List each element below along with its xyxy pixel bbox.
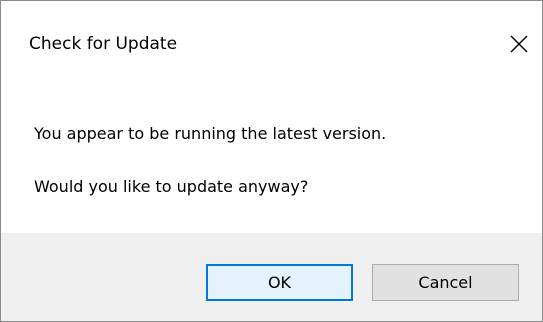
close-button[interactable] [499,25,539,63]
message-line-1: You appear to be running the latest vers… [34,124,387,143]
dialog-titlebar[interactable]: Check for Update [1,1,542,90]
cancel-button[interactable]: Cancel [372,264,519,301]
close-x-icon [510,35,528,53]
dialog-button-bar: OK Cancel [1,233,542,321]
update-dialog: Check for Update You appear to be runnin… [0,0,543,322]
message-line-2: Would you like to update anyway? [34,177,309,196]
ok-button[interactable]: OK [206,264,353,301]
dialog-title: Check for Update [29,34,178,54]
